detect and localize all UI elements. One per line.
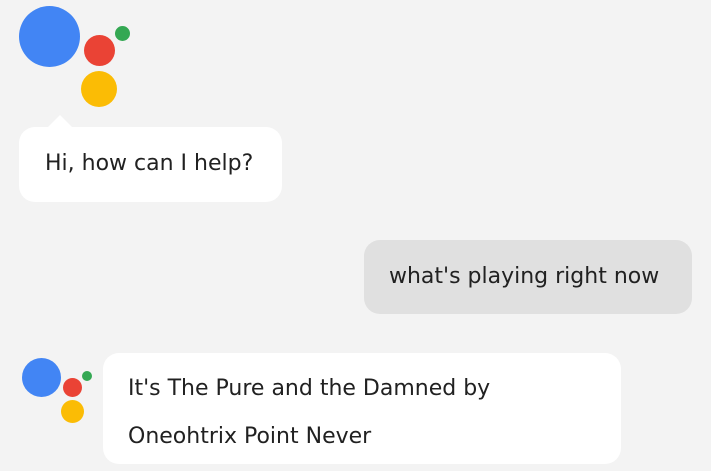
logo-yellow-dot	[81, 71, 117, 107]
greeting-text: Hi, how can I help?	[45, 151, 254, 176]
logo-blue-dot	[22, 358, 61, 397]
logo-blue-dot	[19, 6, 80, 67]
response-line-2: Oneohtrix Point Never	[128, 424, 372, 449]
logo-green-dot	[115, 26, 130, 41]
logo-green-dot	[82, 371, 92, 381]
logo-yellow-dot	[61, 400, 84, 423]
response-line-1: It's The Pure and the Damned by	[128, 376, 491, 401]
logo-red-dot	[84, 35, 115, 66]
user-query-bubble[interactable]: what's playing right now	[364, 240, 692, 314]
logo-red-dot	[63, 378, 82, 397]
assistant-response-bubble: It's The Pure and the Damned by Oneohtri…	[103, 353, 621, 464]
user-query-text: what's playing right now	[389, 264, 660, 289]
assistant-greeting-bubble: Hi, how can I help?	[19, 127, 282, 202]
